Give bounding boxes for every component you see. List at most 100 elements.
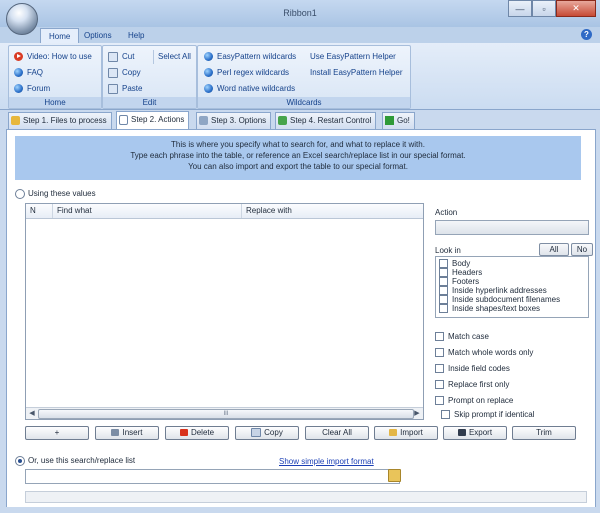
browse-folder-icon[interactable] [388,469,401,482]
import-button[interactable]: Import [374,426,438,440]
easypattern-wildcards-button[interactable]: EasyPattern wildcards [204,50,296,64]
radio-icon [15,189,25,199]
globe-icon [14,84,23,94]
column-header-n[interactable]: N [26,204,53,218]
look-in-list: Body Headers Footers Inside hyperlink ad… [435,256,589,318]
group-label-home: Home [9,97,101,108]
scroll-thumb[interactable]: III [38,409,414,419]
replace-first-only-checkbox[interactable]: Replace first only [435,380,509,390]
action-label: Action [435,208,458,217]
scroll-right-icon[interactable]: ▶ [412,409,422,418]
cut-button[interactable]: Cut [108,50,134,64]
skip-prompt-checkbox[interactable]: Skip prompt if identical [441,410,534,420]
forum-button[interactable]: Forum [14,82,50,96]
use-easypattern-helper-button[interactable]: Use EasyPattern Helper [310,50,396,64]
look-in-headers-checkbox[interactable]: Headers [439,268,482,278]
app-window: Ribbon1 — ▫ ✕ Home Options Help ? Video:… [0,0,600,513]
insert-button[interactable]: Insert [95,426,159,440]
close-icon[interactable]: ✕ [556,0,596,17]
table-horizontal-scrollbar[interactable]: ◀ III ▶ [26,407,423,419]
match-case-checkbox[interactable]: Match case [435,332,489,342]
copy-row-button[interactable]: Copy [235,426,299,440]
folder-icon [11,116,20,126]
help-icon[interactable]: ? [581,29,592,40]
export-button[interactable]: Export [443,426,507,440]
trim-button[interactable]: Trim [512,426,576,440]
using-values-radio[interactable]: Using these values [15,189,96,199]
clipboard-icon [108,83,118,94]
scroll-left-icon[interactable]: ◀ [27,409,37,418]
look-in-body-checkbox[interactable]: Body [439,259,470,269]
group-wildcards: EasyPattern wildcards Perl regex wildcar… [197,45,411,109]
insert-icon [111,429,120,437]
tab-options[interactable]: Options [76,28,120,43]
tab-step-3-options[interactable]: Step 3. Options [196,112,272,130]
perl-regex-wildcards-button[interactable]: Perl regex wildcards [204,66,289,80]
install-easypattern-helper-button[interactable]: Install EasyPattern Helper [310,66,403,80]
word-native-wildcards-button[interactable]: Word native wildcards [204,82,295,96]
select-all-button[interactable]: Select All [153,50,191,64]
look-in-all-button[interactable]: All [539,243,569,256]
globe-icon [14,68,23,78]
tab-step-2-actions[interactable]: Step 2. Actions [116,111,190,131]
video-how-to-use-button[interactable]: Video: How to use [14,50,92,64]
info-line: You can also import and export the table… [188,162,408,171]
copy-ribbon-button[interactable]: Copy [108,66,141,80]
checkbox-icon [435,380,444,390]
globe-icon [204,68,213,78]
tab-go[interactable]: Go! [382,112,415,130]
checkbox-icon [435,348,444,358]
play-icon [14,52,23,62]
tab-home[interactable]: Home [40,28,80,44]
look-in-footers-checkbox[interactable]: Footers [439,277,479,287]
search-replace-list-path-input[interactable] [25,469,400,484]
ribbon: Video: How to use FAQ Forum Home Cut Cop… [0,43,600,110]
faq-button[interactable]: FAQ [14,66,43,80]
delete-button[interactable]: Delete [165,426,229,440]
match-whole-words-checkbox[interactable]: Match whole words only [435,348,533,358]
prompt-on-replace-checkbox[interactable]: Prompt on replace [435,396,513,406]
import-folder-icon [389,429,398,437]
document-icon [119,114,128,125]
copy-icon [251,428,262,438]
info-line: Type each phrase into the table, or refe… [130,151,466,160]
column-header-find-what[interactable]: Find what [53,204,242,218]
look-in-shapes-checkbox[interactable]: Inside shapes/text boxes [439,304,540,314]
look-in-none-button[interactable]: No [571,243,593,256]
add-row-button[interactable]: + [25,426,89,440]
checkbox-icon [439,304,448,314]
info-banner: This is where you specify what to search… [15,136,581,180]
step-tab-row: Step 1. Files to process Step 2. Actions… [0,110,600,131]
maximize-icon[interactable]: ▫ [532,0,556,17]
tab-help[interactable]: Help [120,28,152,43]
show-import-format-link[interactable]: Show simple import format [279,457,374,466]
paste-button[interactable]: Paste [108,82,142,96]
look-in-label: Look in [435,246,461,255]
refresh-icon [278,116,287,126]
minimize-icon[interactable]: — [508,0,532,17]
inside-field-codes-checkbox[interactable]: Inside field codes [435,364,510,374]
checkbox-icon [435,332,444,342]
group-home: Video: How to use FAQ Forum Home [8,45,102,109]
look-in-subdocument-checkbox[interactable]: Inside subdocument filenames [439,295,560,305]
checkbox-icon [441,410,450,420]
clear-all-button[interactable]: Clear All [305,426,369,440]
panel-horizontal-scrollbar[interactable] [25,491,587,503]
use-search-replace-list-radio[interactable]: Or, use this search/replace list [15,456,135,466]
tab-step-4-restart[interactable]: Step 4. Restart Control [275,112,377,130]
application-orb-button[interactable] [6,3,38,35]
arrows-icon [199,116,208,126]
column-header-replace-with[interactable]: Replace with [242,204,422,218]
globe-icon [204,84,213,94]
search-replace-table[interactable]: N Find what Replace with ◀ III ▶ [25,203,424,420]
radio-selected-icon [15,456,25,466]
copy-icon [108,67,118,78]
group-label-edit: Edit [103,97,196,108]
look-in-hyperlinks-checkbox[interactable]: Inside hyperlink addresses [439,286,547,296]
tab-step-1-files[interactable]: Step 1. Files to process [8,112,112,130]
info-line: This is where you specify what to search… [171,140,425,149]
table-header: N Find what Replace with [26,204,423,219]
action-dropdown[interactable] [435,220,589,235]
save-disk-icon [457,429,466,437]
title-bar: Ribbon1 — ▫ ✕ [0,0,600,35]
